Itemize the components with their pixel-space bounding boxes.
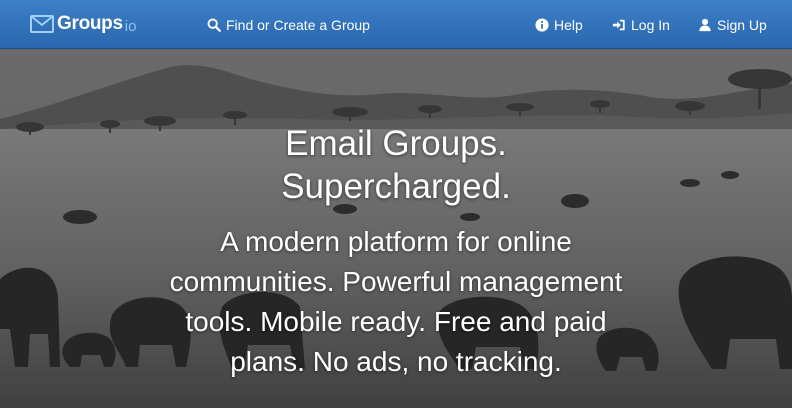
brand-name: Groups [57,13,123,34]
sign-up-label: Sign Up [717,16,767,33]
info-circle-icon [535,17,549,32]
tagline-line: A modern platform for online [220,226,572,257]
sign-in-icon [612,19,625,30]
brand-logo[interactable]: Groups io [30,11,136,37]
log-in-label: Log In [631,16,670,33]
brand-tld: io [124,18,137,35]
user-icon [699,18,711,31]
find-label: Find or Create a Group [226,16,370,33]
envelope-icon [30,15,54,33]
sign-up-link[interactable]: Sign Up [698,0,767,49]
tagline-line: tools. Mobile ready. Free and paid [185,306,607,337]
tagline-line: plans. No ads, no tracking. [230,346,562,377]
search-icon [207,18,221,32]
headline-line: Email Groups. [285,124,507,163]
find-or-create-group-link[interactable]: Find or Create a Group [207,0,370,49]
help-label: Help [554,16,583,33]
headline-line: Supercharged. [281,167,511,206]
hero-section: Email Groups. Supercharged. A modern pla… [0,49,792,408]
tagline-line: communities. Powerful management [169,266,623,297]
help-link[interactable]: Help [535,0,583,49]
log-in-link[interactable]: Log In [612,0,670,49]
navbar: Groups io Find or Create a Group Help Lo… [0,0,792,49]
